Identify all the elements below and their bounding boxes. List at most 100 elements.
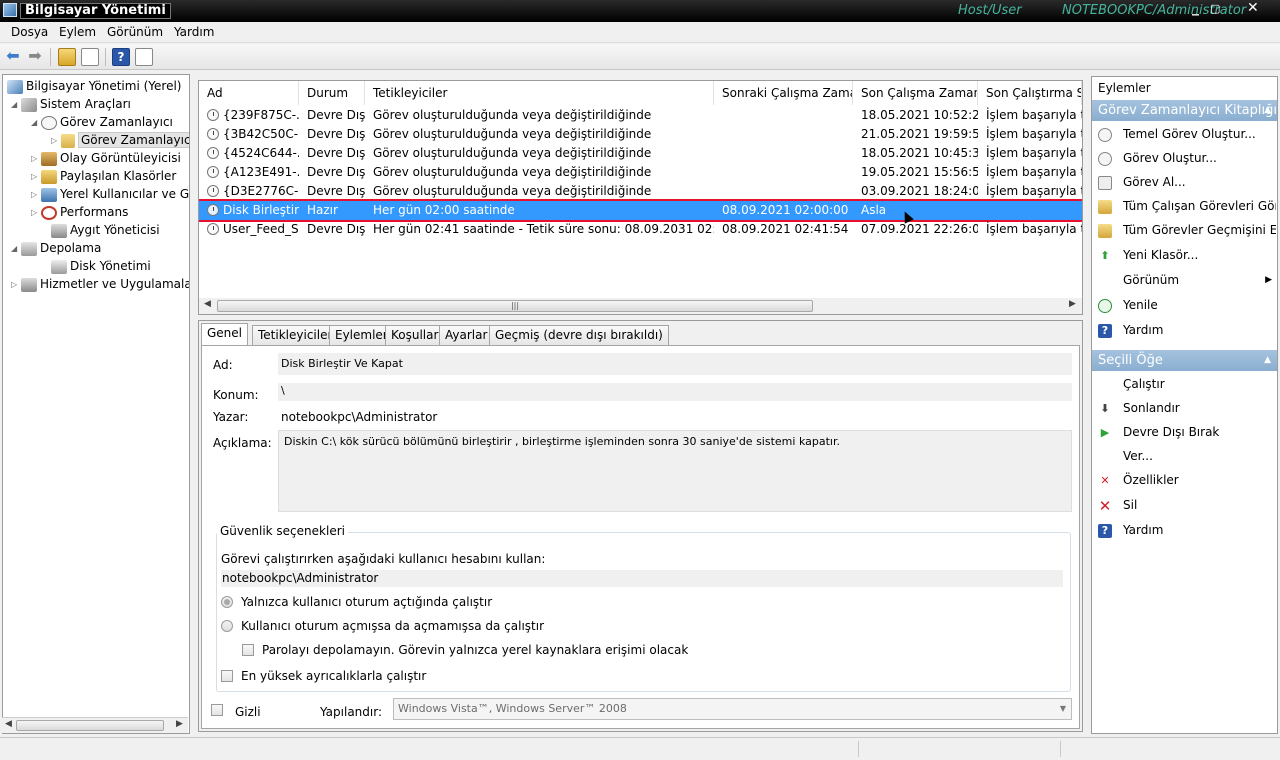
column-header-last-run[interactable]: Son Çalışma Zamanı [853, 81, 978, 105]
action-item[interactable]: Görev Oluştur... [1098, 149, 1276, 167]
tree-item-event-viewer[interactable]: ▷ Olay Görüntüleyicisi [31, 149, 181, 167]
scroll-right-icon[interactable]: ▶ [176, 719, 183, 729]
tree-item-computer-management[interactable]: Bilgisayar Yönetimi (Yerel) [7, 77, 181, 95]
scroll-left-icon[interactable]: ◀ [204, 299, 211, 309]
action-item[interactable]: Ver... [1098, 447, 1276, 465]
folder-history-icon [1098, 223, 1112, 238]
action-item[interactable]: Yenile [1098, 296, 1276, 314]
tree-item-task-scheduler-library[interactable]: ▷Görev Zamanlayıcı Kitaplığı [51, 131, 189, 150]
cell-last-run: 03.09.2021 18:24:07 [861, 184, 978, 198]
action-item-label: Özellikler [1123, 473, 1179, 487]
expand-icon[interactable]: ▷ [31, 186, 41, 204]
up-folder-icon[interactable] [58, 48, 76, 66]
action-item[interactable]: Temel Görev Oluştur... [1098, 125, 1276, 143]
table-row[interactable]: {A123E491-... Devre Dışı Görev oluşturuldu… [199, 163, 1082, 182]
action-item[interactable]: Görünüm ▶ [1098, 271, 1276, 289]
refresh-icon [1098, 298, 1112, 313]
checkbox-do-not-store-password[interactable] [242, 644, 254, 656]
minimize-button[interactable]: _ [1192, 0, 1199, 16]
column-header-name[interactable]: Ad [199, 81, 299, 105]
tab-general[interactable]: Genel [201, 323, 249, 345]
tree-item-shared-folders[interactable]: ▷ Paylaşılan Klasörler [31, 167, 176, 185]
action-item[interactable]: Tüm Görevler Geçmişini Etkinleştir [1098, 221, 1276, 239]
collapse-icon[interactable]: ◢ [31, 114, 41, 132]
tab-settings[interactable]: Ayarlar [439, 325, 494, 345]
tab-history[interactable]: Geçmiş (devre dışı bırakıldı) [489, 325, 669, 345]
action-item[interactable]: ✕ Sil [1098, 496, 1276, 514]
tree-item-storage[interactable]: ◢ Depolama [11, 239, 101, 257]
collapse-icon[interactable]: ◢ [11, 96, 21, 114]
toolbar: ⬅ ➡ ? [0, 44, 1280, 70]
table-row[interactable]: {239F875C-... Devre Dışı Görev oluşturuldu… [199, 106, 1082, 125]
checkbox-hidden-label: Gizli [235, 705, 261, 719]
tab-conditions[interactable]: Koşullar [385, 325, 445, 345]
scroll-right-icon[interactable]: ▶ [1069, 299, 1076, 309]
show-action-pane-icon[interactable] [135, 48, 153, 66]
action-item[interactable]: ? Yardım [1098, 321, 1276, 339]
table-row[interactable]: {4524C644-... Devre Dışı Görev oluşturuldu… [199, 144, 1082, 163]
scroll-thumb[interactable]: ||| [217, 300, 813, 312]
tree-item-local-users[interactable]: ▷Yerel Kullanıcılar ve Gruplar [31, 185, 189, 204]
table-row[interactable]: Disk Birleştir... Hazır Her gün 02:00 saat… [199, 199, 1082, 222]
action-item[interactable]: Görev Al... [1098, 173, 1276, 191]
host-label: Host/User [958, 3, 1022, 18]
column-header-last-result[interactable]: Son Çalıştırma Sonucu [978, 81, 1082, 105]
actions-section-library[interactable]: Görev Zamanlayıcı Kitaplığı ▲ [1092, 100, 1277, 121]
action-item[interactable]: Tüm Çalışan Görevleri Görüntüle [1098, 197, 1276, 215]
action-item[interactable]: ? Yardım [1098, 521, 1276, 539]
table-row[interactable]: {3B42C50C-... Devre Dışı Görev oluşturuldu… [199, 125, 1082, 144]
task-icon [1098, 151, 1112, 166]
tree-item-services-apps[interactable]: ▷ Hizmetler ve Uygulamalar [11, 275, 189, 294]
expand-icon[interactable]: ▷ [31, 168, 41, 186]
radio-run-always[interactable] [221, 620, 233, 632]
action-item[interactable]: ▶ Devre Dışı Bırak [1098, 423, 1276, 441]
menu-action[interactable]: Eylem [59, 25, 96, 39]
checkbox-highest-privileges[interactable] [221, 670, 233, 682]
close-button[interactable]: ✕ [1247, 0, 1259, 16]
task-description-field[interactable]: Diskin C:\ kök sürücü bölümünü birleştir… [278, 430, 1072, 512]
action-item[interactable]: ⬇ Sonlandır [1098, 399, 1276, 417]
back-arrow-icon[interactable]: ⬅ [4, 48, 22, 66]
tree-item-device-manager[interactable]: Aygıt Yöneticisi [41, 221, 160, 239]
run-as-account-field: notebookpc\Administrator [221, 570, 1063, 587]
task-name-field[interactable]: Disk Birleştir Ve Kapat [278, 353, 1072, 375]
task-list-horizontal-scrollbar[interactable]: ◀ ||| ▶ [199, 298, 1082, 314]
action-item[interactable]: ⬆ Yeni Klasör... [1098, 246, 1276, 264]
configure-for-select[interactable]: Windows Vista™, Windows Server™ 2008 ▼ [393, 698, 1072, 720]
checkbox-hidden[interactable] [211, 704, 223, 716]
scroll-thumb[interactable] [16, 720, 164, 731]
tab-triggers[interactable]: Tetikleyiciler [252, 325, 339, 345]
action-item[interactable]: ✕ Özellikler [1098, 471, 1276, 489]
tree-horizontal-scrollbar[interactable]: ◀ ▶ [2, 717, 188, 733]
tree-item-task-scheduler[interactable]: ◢ Görev Zamanlayıcı [31, 113, 173, 131]
menu-view[interactable]: Görünüm [107, 25, 163, 39]
menu-file[interactable]: Dosya [11, 25, 48, 39]
show-hide-tree-icon[interactable] [81, 48, 99, 66]
help-icon[interactable]: ? [112, 48, 130, 66]
expand-icon[interactable]: ▷ [31, 150, 41, 168]
tree-item-system-tools[interactable]: ◢ Sistem Araçları [11, 95, 131, 113]
table-row[interactable]: {D3E2776C-... Devre Dışı Görev oluşturuldu… [199, 182, 1082, 201]
expand-icon[interactable]: ▷ [51, 132, 61, 150]
menu-help[interactable]: Yardım [174, 25, 214, 39]
tree-item-performance[interactable]: ▷ Performans [31, 203, 128, 221]
table-row[interactable]: User_Feed_S... Devre Dışı Her gün 02:41 sa… [199, 220, 1082, 239]
cell-name: {D3E2776C-... [223, 184, 299, 198]
device-manager-icon [51, 223, 67, 238]
tree-item-disk-management[interactable]: Disk Yönetimi [41, 257, 151, 275]
action-item[interactable]: Çalıştır [1098, 375, 1276, 393]
maximize-button[interactable]: ▢ [1210, 2, 1220, 15]
scroll-left-icon[interactable]: ◀ [5, 719, 12, 729]
cell-trigger: Görev oluşturulduğunda veya değiştirildi… [373, 165, 652, 179]
chevron-up-icon[interactable]: ▲ [1264, 350, 1271, 371]
column-header-next-run[interactable]: Sonraki Çalışma Zamanı [714, 81, 853, 105]
chevron-up-icon[interactable]: ▲ [1264, 100, 1271, 121]
collapse-icon[interactable]: ◢ [11, 240, 21, 258]
column-header-triggers[interactable]: Tetikleyiciler [365, 81, 714, 105]
actions-section-selected-item[interactable]: Seçili Öğe ▲ [1092, 350, 1277, 371]
expand-icon[interactable]: ▷ [11, 276, 21, 294]
forward-arrow-icon[interactable]: ➡ [26, 48, 44, 66]
radio-run-when-logged-on[interactable] [221, 596, 233, 608]
column-header-status[interactable]: Durum [299, 81, 365, 105]
expand-icon[interactable]: ▷ [31, 204, 41, 222]
